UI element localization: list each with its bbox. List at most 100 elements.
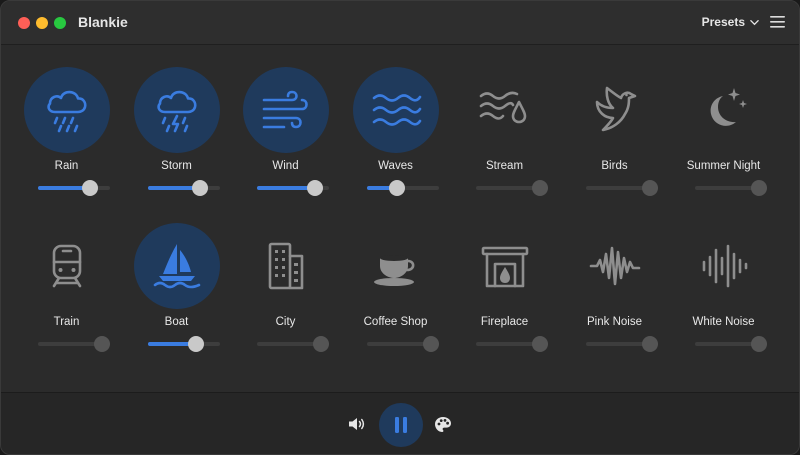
volume-slider-knob[interactable]	[423, 336, 440, 352]
volume-icon[interactable]	[348, 416, 366, 432]
sound-card-summer-night[interactable]: Summer Night	[669, 45, 778, 196]
sound-toggle-button[interactable]	[243, 223, 329, 309]
rain-icon	[47, 90, 87, 133]
sound-label: Train	[53, 316, 80, 328]
volume-slider[interactable]	[367, 336, 440, 352]
bird-icon	[595, 86, 637, 132]
presets-menu-button[interactable]: Presets	[702, 15, 759, 29]
sound-toggle-button[interactable]	[462, 67, 548, 153]
app-title: Blankie	[78, 14, 128, 30]
sound-toggle-button[interactable]	[243, 67, 329, 153]
volume-slider-fill	[257, 186, 315, 190]
sound-card-boat[interactable]: Boat	[122, 201, 231, 352]
playback-bar	[1, 392, 799, 454]
wind-icon	[262, 90, 308, 129]
palette-icon[interactable]	[434, 416, 452, 433]
volume-slider[interactable]	[476, 336, 549, 352]
moon-icon	[710, 88, 747, 126]
titlebar: Blankie Presets	[1, 1, 799, 45]
minimize-window-button[interactable]	[36, 17, 48, 29]
sound-label: Rain	[54, 160, 79, 172]
sound-card-coffee-shop[interactable]: Coffee Shop	[341, 201, 450, 352]
sound-label: Pink Noise	[587, 316, 642, 328]
maximize-window-button[interactable]	[54, 17, 66, 29]
sound-card-train[interactable]: Train	[12, 201, 121, 352]
volume-slider-knob[interactable]	[191, 180, 208, 196]
sound-label: Summer Night	[686, 160, 761, 172]
volume-slider-knob[interactable]	[187, 336, 204, 352]
sound-label: Fireplace	[480, 316, 529, 328]
waves-icon	[372, 94, 422, 126]
sound-toggle-button[interactable]	[462, 223, 548, 309]
hamburger-menu-icon[interactable]	[770, 16, 785, 28]
sound-label: Birds	[601, 160, 628, 172]
sound-card-pink-noise[interactable]: Pink Noise	[560, 201, 669, 352]
sound-grid: Rain Storm Wind Waves Stream Birds Summe…	[1, 45, 799, 393]
volume-slider-knob[interactable]	[306, 180, 323, 196]
sound-card-storm[interactable]: Storm	[122, 45, 231, 196]
sound-card-stream[interactable]: Stream	[450, 45, 559, 196]
sound-card-fireplace[interactable]: Fireplace	[450, 201, 559, 352]
sailboat-icon	[153, 244, 201, 289]
presets-label: Presets	[701, 15, 745, 29]
sound-toggle-button[interactable]	[681, 67, 767, 153]
sound-toggle-button[interactable]	[572, 67, 658, 153]
sound-label: City	[275, 316, 296, 328]
sound-card-wind[interactable]: Wind	[231, 45, 340, 196]
sound-label: White Noise	[692, 316, 755, 328]
volume-slider-knob[interactable]	[751, 336, 768, 352]
volume-slider-knob[interactable]	[532, 336, 549, 352]
stream-icon	[479, 91, 527, 124]
sound-label: Storm	[161, 160, 192, 172]
volume-slider-knob[interactable]	[313, 336, 330, 352]
volume-slider[interactable]	[257, 180, 329, 196]
sound-label: Boat	[164, 316, 189, 328]
sound-toggle-button[interactable]	[24, 67, 110, 153]
sound-card-waves[interactable]: Waves	[341, 45, 450, 196]
sound-toggle-button[interactable]	[24, 223, 110, 309]
volume-slider-knob[interactable]	[81, 180, 98, 196]
waveform-bars-icon	[702, 244, 748, 288]
volume-slider[interactable]	[367, 180, 439, 196]
sound-toggle-button[interactable]	[134, 67, 220, 153]
chevron-down-icon	[750, 19, 759, 25]
volume-slider[interactable]	[257, 336, 330, 352]
building-icon	[268, 242, 304, 290]
volume-slider[interactable]	[586, 180, 659, 196]
volume-slider-knob[interactable]	[751, 180, 768, 196]
volume-slider[interactable]	[476, 180, 549, 196]
storm-icon	[157, 90, 197, 133]
sound-toggle-button[interactable]	[681, 223, 767, 309]
sound-card-birds[interactable]: Birds	[560, 45, 669, 196]
volume-slider[interactable]	[695, 336, 768, 352]
fireplace-icon	[481, 246, 529, 288]
volume-slider-knob[interactable]	[532, 180, 549, 196]
volume-slider[interactable]	[38, 180, 110, 196]
sound-card-rain[interactable]: Rain	[12, 45, 121, 196]
app-window: Blankie Presets Rain Storm Wind Waves St…	[0, 0, 800, 455]
waveform-icon	[589, 246, 641, 286]
pause-button[interactable]	[379, 403, 423, 447]
volume-slider-knob[interactable]	[642, 336, 659, 352]
volume-slider-knob[interactable]	[642, 180, 659, 196]
sound-label: Coffee Shop	[363, 316, 428, 328]
train-icon	[52, 244, 82, 288]
volume-slider[interactable]	[38, 336, 111, 352]
volume-slider[interactable]	[586, 336, 659, 352]
sound-toggle-button[interactable]	[134, 223, 220, 309]
volume-slider[interactable]	[695, 180, 768, 196]
pause-icon	[395, 417, 407, 433]
volume-slider-knob[interactable]	[94, 336, 111, 352]
sound-toggle-button[interactable]	[353, 67, 439, 153]
sound-toggle-button[interactable]	[353, 223, 439, 309]
volume-slider[interactable]	[148, 336, 220, 352]
volume-slider[interactable]	[148, 180, 220, 196]
sound-toggle-button[interactable]	[572, 223, 658, 309]
sound-label: Waves	[378, 160, 413, 172]
sound-label: Wind	[272, 160, 299, 172]
volume-slider-knob[interactable]	[389, 180, 406, 196]
sound-card-white-noise[interactable]: White Noise	[669, 201, 778, 352]
sound-label: Stream	[485, 160, 524, 172]
sound-card-city[interactable]: City	[231, 201, 340, 352]
close-window-button[interactable]	[18, 17, 30, 29]
